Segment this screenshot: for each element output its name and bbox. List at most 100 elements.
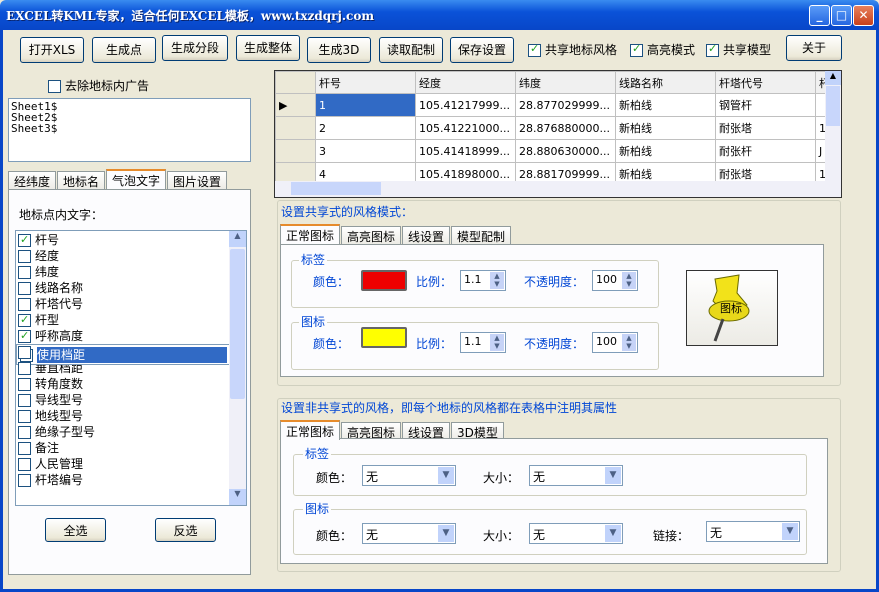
grid-cell[interactable]: 新柏线 <box>615 93 716 117</box>
close-button[interactable]: ✕ <box>853 5 874 26</box>
tab[interactable]: 模型配制 <box>451 226 512 244</box>
grid-cell[interactable]: 105.41221000... <box>415 116 516 140</box>
about-button[interactable]: 关于 <box>786 35 842 61</box>
scroll-thumb[interactable] <box>230 249 245 399</box>
tab[interactable]: 经纬度 <box>8 171 57 189</box>
icon-size-select[interactable]: 无 ▼ <box>529 523 623 544</box>
tab[interactable]: 高亮图标 <box>341 226 402 244</box>
checkbox-box[interactable] <box>18 378 31 391</box>
tab[interactable]: 图片设置 <box>167 171 228 189</box>
tab[interactable]: 正常图标 <box>280 224 341 244</box>
grid-cell[interactable]: 1 <box>315 93 416 117</box>
tab[interactable]: 正常图标 <box>280 420 341 440</box>
scroll-down-icon[interactable]: ▼ <box>229 489 246 505</box>
icon-color-swatch[interactable] <box>361 327 407 348</box>
column-header[interactable]: 杆号 <box>315 71 416 94</box>
label-scale-spinner[interactable]: 1.1 ▲ ▼ <box>460 270 506 291</box>
grid-cell[interactable]: 耐张杆 <box>715 139 816 163</box>
field-item[interactable]: 杆型 <box>16 312 246 328</box>
field-item[interactable]: 纬度 <box>16 264 246 280</box>
field-item[interactable]: 杆塔编号 <box>16 472 246 488</box>
scroll-up-icon[interactable]: ▲ <box>229 231 246 247</box>
field-item[interactable]: 呼称高度 <box>16 328 246 344</box>
grid-cell[interactable]: 105.41418999... <box>415 139 516 163</box>
chevron-down-icon[interactable]: ▼ <box>605 525 621 542</box>
field-item[interactable]: 经度 <box>16 248 246 264</box>
checkbox-box[interactable] <box>18 346 31 359</box>
table-row[interactable]: 3 105.41418999... 28.880630000... 新柏线 耐张杆 J <box>275 139 836 163</box>
grid-cell[interactable]: 28.880630000... <box>515 139 616 163</box>
field-item[interactable]: 备注 <box>16 440 246 456</box>
checkbox-box[interactable] <box>18 458 31 471</box>
field-item[interactable]: 人民管理 <box>16 456 246 472</box>
checkbox-box[interactable] <box>18 250 31 263</box>
column-header[interactable]: 线路名称 <box>615 71 716 94</box>
column-header[interactable]: 经度 <box>415 71 516 94</box>
toolbar-checkbox[interactable]: 共享模型 <box>706 41 771 58</box>
grid-cell[interactable]: 钢管杆 <box>715 93 816 117</box>
field-item[interactable]: 线路名称 <box>16 280 246 296</box>
checkbox-box[interactable] <box>18 410 31 423</box>
toolbar-button[interactable]: 读取配制 <box>379 37 443 63</box>
checkbox-box[interactable] <box>18 362 31 375</box>
toolbar-button[interactable]: 生成3D <box>307 37 371 63</box>
tab[interactable]: 气泡文字 <box>106 169 167 189</box>
checkbox-box[interactable] <box>18 232 31 248</box>
checkbox-box[interactable] <box>18 426 31 439</box>
grid-cell[interactable]: 耐张塔 <box>715 116 816 140</box>
sheet-item[interactable]: Sheet3$ <box>11 123 248 134</box>
icon-link-select[interactable]: 无 ▼ <box>706 521 800 542</box>
column-header[interactable]: 杆塔代号 <box>715 71 816 94</box>
toolbar-button[interactable]: 打开XLS <box>20 37 84 63</box>
tab[interactable]: 线设置 <box>402 226 451 244</box>
label-size-select[interactable]: 无 ▼ <box>529 465 623 486</box>
grid-vscrollbar[interactable]: ▲ <box>825 71 841 181</box>
field-item[interactable]: 使用档距 <box>16 344 231 365</box>
label-opacity-spinner[interactable]: 100 ▲ ▼ <box>592 270 638 291</box>
field-item[interactable]: 绝缘子型号 <box>16 424 246 440</box>
checkbox-box[interactable] <box>18 298 31 311</box>
label-color-swatch[interactable] <box>361 270 407 291</box>
table-row[interactable]: ▶ 1 105.41217999... 28.877029999... 新柏线 钢管杆 <box>275 93 836 117</box>
chevron-down-icon[interactable]: ▼ <box>438 467 454 484</box>
field-item[interactable]: 导线型号 <box>16 392 246 408</box>
grid-cell[interactable]: 新柏线 <box>615 116 716 140</box>
icon-scale-spinner[interactable]: 1.1 ▲ ▼ <box>460 332 506 353</box>
remove-ads-checkbox[interactable]: 去除地标内广告 <box>48 77 149 94</box>
grid-cell[interactable]: 新柏线 <box>615 139 716 163</box>
column-header[interactable]: 纬度 <box>515 71 616 94</box>
scroll-thumb[interactable] <box>826 86 840 126</box>
label-color-select[interactable]: 无 ▼ <box>362 465 456 486</box>
minimize-button[interactable]: _ <box>809 5 830 26</box>
spin-arrows-icon[interactable]: ▲ ▼ <box>490 272 504 289</box>
checkbox-box[interactable] <box>18 328 31 344</box>
spin-arrows-icon[interactable]: ▲ ▼ <box>490 334 504 351</box>
icon-opacity-spinner[interactable]: 100 ▲ ▼ <box>592 332 638 353</box>
chevron-down-icon[interactable]: ▼ <box>438 525 454 542</box>
toolbar-button[interactable]: 生成整体 <box>236 35 300 61</box>
field-item[interactable]: 杆塔代号 <box>16 296 246 312</box>
checkbox-box[interactable] <box>18 394 31 407</box>
chevron-down-icon[interactable]: ▼ <box>605 467 621 484</box>
checkbox-box[interactable] <box>18 442 31 455</box>
toolbar-button[interactable]: 生成点 <box>92 37 156 63</box>
field-item[interactable]: 转角度数 <box>16 376 246 392</box>
toolbar-checkbox[interactable]: 共享地标风格 <box>528 41 617 58</box>
table-row[interactable]: 2 105.41221000... 28.876880000... 新柏线 耐张塔 1 <box>275 116 836 140</box>
field-checklist[interactable]: 杆号经度纬度线路名称杆塔代号杆型呼称高度使用档距水平档距垂直档距转角度数导线型号… <box>15 230 247 506</box>
list-scrollbar[interactable]: ▲ ▼ <box>229 231 246 505</box>
data-grid[interactable]: 杆号经度纬度线路名称杆塔代号杆▶1105.41217999...28.87702… <box>274 70 842 198</box>
spin-arrows-icon[interactable]: ▲ ▼ <box>622 272 636 289</box>
grid-cell[interactable]: 28.876880000... <box>515 116 616 140</box>
row-header[interactable] <box>275 139 316 163</box>
select-all-button[interactable]: 全选 <box>45 518 106 542</box>
row-header[interactable] <box>275 116 316 140</box>
field-item[interactable]: 杆号 <box>16 232 246 248</box>
toolbar-checkbox[interactable]: 高亮模式 <box>630 41 695 58</box>
grid-hscrollbar[interactable] <box>275 181 841 197</box>
checkbox-box[interactable] <box>18 474 31 487</box>
scroll-thumb[interactable] <box>291 182 381 195</box>
invert-selection-button[interactable]: 反选 <box>155 518 216 542</box>
grid-cell[interactable]: 3 <box>315 139 416 163</box>
toolbar-button[interactable]: 生成分段 <box>162 35 228 61</box>
